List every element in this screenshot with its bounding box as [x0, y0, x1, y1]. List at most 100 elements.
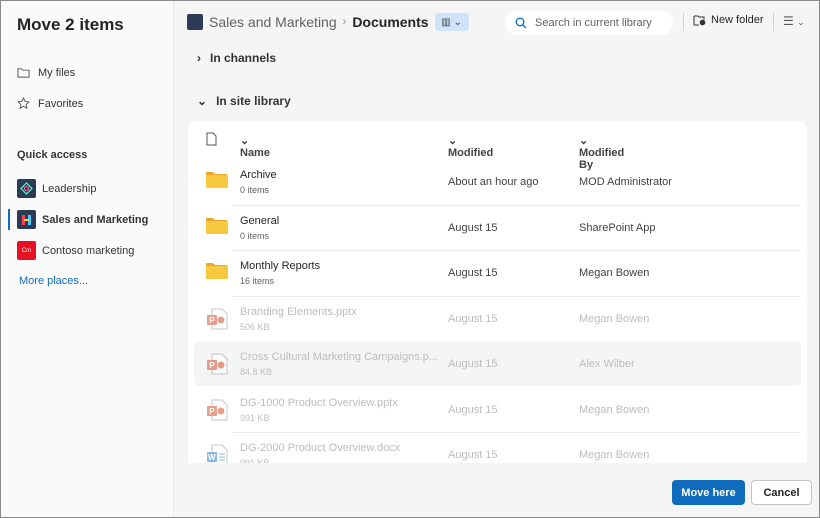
search-input[interactable]: Search in current library	[505, 11, 673, 35]
column-name[interactable]: Name ⌄	[240, 134, 270, 159]
file-type-icon	[206, 132, 217, 149]
table-row[interactable]: Archive 0 items About an hour ago MOD Admin…	[194, 159, 801, 204]
section-in-channels[interactable]: › In channels	[197, 51, 276, 65]
menu-icon: ☰	[783, 14, 794, 28]
column-modified[interactable]: Modified ⌄	[448, 134, 493, 159]
row-divider	[232, 250, 801, 251]
section-label: In channels	[210, 51, 277, 65]
pptx-icon: P	[206, 308, 228, 335]
item-modified: August 15	[448, 221, 498, 234]
item-modified: August 15	[448, 267, 498, 279]
item-name: DG-2000 Product Overview.docx	[240, 442, 401, 454]
item-modified-by: Megan Bowen	[579, 403, 650, 416]
site-leadership[interactable]: Leadership	[17, 179, 96, 198]
item-modified-by: Megan Bowen	[579, 267, 650, 279]
library-switcher-button[interactable]: ▥ ⌄	[434, 13, 469, 31]
item-size: 991 KB	[240, 412, 270, 423]
item-modified-by: Megan Bowen	[579, 449, 650, 461]
star-icon	[17, 97, 30, 110]
selected-indicator	[8, 209, 10, 230]
item-name: Monthly Reports	[240, 260, 321, 272]
folder-icon	[206, 217, 228, 239]
item-modified-by: MOD Administrator	[579, 176, 672, 188]
search-placeholder: Search in current library	[535, 17, 652, 29]
row-divider	[232, 432, 801, 433]
item-name: Branding Elements.pptx	[240, 305, 357, 318]
view-options-button[interactable]: ☰ ⌄	[783, 14, 805, 28]
quick-access-heading: Quick access	[17, 149, 88, 161]
chevron-down-icon: ⌄	[197, 94, 208, 108]
item-modified-by: Megan Bowen	[579, 312, 650, 325]
more-places-link[interactable]: More places...	[19, 275, 88, 287]
table-row: P DG-1000 Product Overview.pptx 991 KB Augu…	[194, 387, 801, 432]
cancel-button[interactable]: Cancel	[751, 480, 812, 505]
library-icon: ▥	[441, 16, 451, 28]
item-name: General	[240, 214, 280, 227]
new-folder-label: New folder	[711, 14, 764, 26]
site-contoso-marketing[interactable]: Cm Contoso marketing	[17, 241, 134, 260]
nav-label: My files	[38, 66, 76, 79]
table-header: Name ⌄ Modified ⌄ Modified By ⌄	[188, 121, 807, 171]
item-size: 16 items	[240, 276, 275, 286]
move-here-button[interactable]: Move here	[672, 480, 745, 505]
new-folder-button[interactable]: New folder	[693, 14, 764, 26]
svg-text:W: W	[208, 453, 216, 462]
nav-favorites[interactable]: Favorites	[17, 97, 83, 110]
item-name: Archive	[240, 169, 277, 181]
svg-text:P: P	[209, 316, 215, 325]
item-size: 84.8 KB	[240, 367, 273, 377]
item-modified: August 15	[448, 312, 498, 325]
item-modified-by: Alex Wilber	[579, 358, 635, 370]
folder-icon	[206, 262, 228, 284]
new-folder-icon	[693, 15, 706, 26]
dialog-title: Move 2 items	[17, 15, 124, 34]
search-icon	[515, 17, 527, 29]
pptx-icon: P	[206, 353, 228, 380]
move-dialog: Move 2 items My files Favorites Quick ac…	[0, 0, 820, 518]
item-name: DG-1000 Product Overview.pptx	[240, 396, 398, 409]
divider	[773, 13, 774, 31]
item-modified: August 15	[448, 358, 498, 370]
nav-my-files[interactable]: My files	[17, 66, 75, 79]
site-sales-and-marketing[interactable]: Sales and Marketing	[17, 210, 148, 229]
table-row: P Cross Cultural Marketing Campaigns.p...…	[194, 341, 801, 386]
nav-label: Favorites	[38, 97, 84, 110]
section-in-site-library[interactable]: ⌄ In site library	[197, 94, 291, 108]
item-modified: August 15	[448, 449, 498, 461]
svg-text:P: P	[209, 407, 215, 416]
site-logo	[187, 14, 203, 30]
table-row: P Branding Elements.pptx 506 KB August 15 Me…	[194, 295, 801, 341]
site-label: Sales and Marketing	[42, 213, 149, 226]
breadcrumb-library[interactable]: Documents	[352, 14, 428, 30]
table-row[interactable]: Monthly Reports 16 items August 15 Megan Bo…	[194, 250, 801, 295]
row-divider	[232, 295, 801, 297]
pptx-icon: P	[206, 399, 228, 426]
folder-icon	[206, 171, 228, 193]
file-list: Name ⌄ Modified ⌄ Modified By ⌄ Archive 0…	[188, 121, 807, 463]
chevron-right-icon: ›	[197, 51, 201, 65]
item-size: 0 items	[240, 230, 270, 241]
item-size: 506 KB	[240, 321, 270, 332]
divider	[683, 13, 684, 31]
item-name: Cross Cultural Marketing Campaigns.p...	[240, 351, 439, 363]
column-modified-by[interactable]: Modified By ⌄	[579, 134, 624, 171]
svg-text:P: P	[209, 361, 215, 370]
breadcrumb: Sales and Marketing › Documents ▥ ⌄	[187, 13, 469, 31]
site-logo: Cm	[17, 241, 36, 260]
chevron-down-icon: ⌄	[453, 16, 462, 28]
item-size: 991 KB	[240, 458, 270, 463]
site-label: Contoso marketing	[42, 244, 135, 257]
site-logo	[17, 210, 36, 229]
docx-icon: W	[206, 444, 228, 463]
table-row: W DG-2000 Product Overview.docx 991 KB Augu…	[194, 432, 801, 463]
item-modified: August 15	[448, 403, 498, 416]
sidebar: Move 2 items My files Favorites Quick ac…	[1, 1, 174, 517]
folder-icon	[17, 68, 30, 78]
item-size: 0 items	[240, 185, 270, 195]
breadcrumb-site[interactable]: Sales and Marketing	[209, 14, 337, 30]
site-label: Leadership	[42, 182, 97, 195]
item-modified-by: SharePoint App	[579, 221, 656, 234]
item-modified: About an hour ago	[448, 176, 539, 188]
row-divider	[232, 204, 801, 206]
table-row[interactable]: General 0 items August 15 SharePoint App	[194, 204, 801, 250]
